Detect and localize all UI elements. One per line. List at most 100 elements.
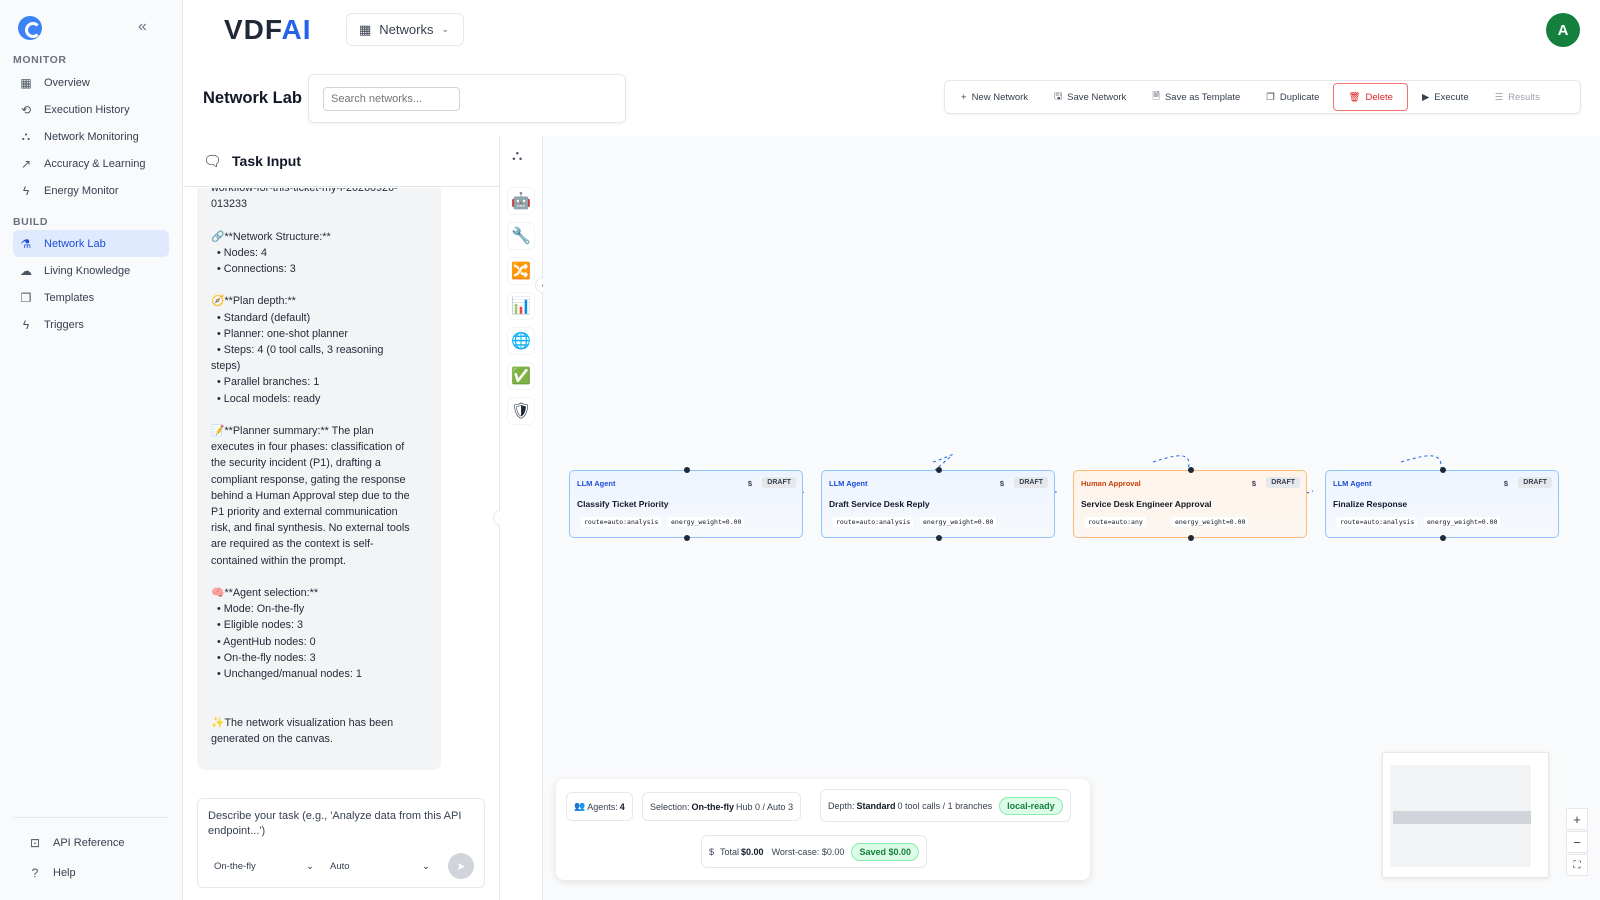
results-button[interactable]: ☰ Results — [1483, 83, 1552, 111]
monitor-section-label: MONITOR — [13, 54, 67, 66]
task-description-input[interactable] — [208, 809, 478, 843]
sidebar-item-network-monitoring[interactable]: ⛬ Network Monitoring — [13, 123, 169, 150]
message-line: workflow-for-this-ticket-my-i-20260926- — [211, 188, 398, 194]
sidebar-item-energy-monitor[interactable]: ϟ Energy Monitor — [13, 177, 169, 204]
agents-count-chip: 👥 Agents: 4 — [566, 792, 633, 821]
network-node[interactable]: LLM Agent $ DRAFT Finalize Response route=au… — [1325, 467, 1559, 541]
chip-label: Agents: — [587, 801, 618, 812]
sidebar-item-overview[interactable]: ▦ Overview — [13, 69, 169, 96]
api-icon: ⊡ — [29, 835, 41, 850]
chip-label: Depth: — [828, 800, 855, 811]
chevron-down-icon: ⌄ — [306, 860, 314, 872]
sidebar-item-label: Templates — [44, 291, 95, 304]
chevron-down-icon: ⌄ — [422, 860, 430, 872]
message-line — [211, 407, 435, 423]
delete-button[interactable]: 🗑 Delete — [1333, 83, 1408, 111]
sidebar-item-execution-history[interactable]: ⟲ Execution History — [13, 96, 169, 123]
app-logo[interactable] — [18, 16, 42, 40]
zoom-in-button[interactable]: + — [1566, 808, 1588, 830]
worst-case-value: Worst-case: $0.00 — [771, 846, 845, 857]
message-line: risk, and final synthesis. No external t… — [211, 522, 410, 535]
sidebar-item-label: Living Knowledge — [44, 264, 131, 277]
sidebar-item-triggers[interactable]: ϟ Triggers — [13, 311, 169, 338]
sidebar: « MONITOR ▦ Overview ⟲ Execution History ⛬… — [0, 0, 183, 900]
message-text: workflow-for-this-ticket-my-i-20260926- 0… — [211, 188, 435, 747]
brand-logo[interactable]: VDFAI — [224, 14, 311, 46]
new-network-button[interactable]: + New Network — [949, 83, 1040, 111]
output-port[interactable] — [1440, 535, 1446, 541]
sidebar-item-label: Execution History — [44, 103, 130, 116]
task-input-panel: 🗨 Task Input workflow-for-this-ticket-my… — [183, 136, 500, 900]
message-line: • Planner: one-shot planner — [211, 327, 349, 340]
duplicate-button[interactable]: ❐ Duplicate — [1254, 83, 1331, 111]
node-route: route=auto:analysis — [833, 517, 914, 527]
network-node[interactable]: LLM Agent $ DRAFT Classify Ticket Priority r… — [569, 467, 803, 541]
message-line: • On-the-fly nodes: 3 — [211, 651, 316, 664]
save-network-button[interactable]: 🖫 Save Network — [1042, 83, 1138, 111]
message-line: • AgentHub nodes: 0 — [211, 635, 316, 648]
network-node[interactable]: Human Approval $ DRAFT Service Desk Enginee… — [1073, 467, 1307, 541]
cost-icon: $ — [1503, 479, 1508, 488]
plus-icon: + — [1573, 811, 1581, 827]
networks-dropdown[interactable]: ▦ Networks ⌄ — [346, 13, 464, 46]
sidebar-item-network-lab[interactable]: ⚗ Network Lab — [13, 230, 169, 257]
sidebar-item-api-reference[interactable]: ⊡ API Reference — [22, 829, 178, 856]
output-port[interactable] — [1188, 535, 1194, 541]
network-node[interactable]: LLM Agent $ DRAFT Draft Service Desk Reply r… — [821, 467, 1055, 541]
sidebar-item-accuracy-learning[interactable]: ↗ Accuracy & Learning — [13, 150, 169, 177]
button-label: Results — [1508, 91, 1540, 103]
output-port[interactable] — [684, 535, 690, 541]
sidebar-item-living-knowledge[interactable]: ☁ Living Knowledge — [13, 257, 169, 284]
model-select[interactable]: Auto ⌄ — [326, 856, 434, 876]
minimap[interactable] — [1382, 752, 1549, 878]
message-line — [211, 698, 435, 714]
network-tree-icon[interactable]: ⛬ — [512, 147, 523, 164]
collapse-sidebar-icon[interactable]: « — [138, 18, 147, 36]
tool-icon[interactable]: 🔧 — [507, 222, 535, 250]
send-button[interactable]: ➤ — [448, 853, 474, 879]
search-input[interactable] — [323, 87, 460, 111]
copy-icon: ❐ — [1266, 91, 1275, 103]
agent-icon[interactable]: 🤖 — [507, 187, 535, 215]
node-energy: energy_weight=0.00 — [1172, 517, 1249, 527]
sidebar-item-help[interactable]: ? Help — [22, 859, 178, 886]
node-title: Draft Service Desk Reply — [829, 499, 930, 509]
shield-icon[interactable]: 🛡 — [507, 397, 535, 425]
output-port[interactable] — [936, 535, 942, 541]
bolt-icon: ϟ — [22, 317, 30, 332]
button-label: Save as Template — [1164, 91, 1241, 103]
input-port[interactable] — [936, 467, 942, 473]
cost-chip: $ Total $0.00 Worst-case: $0.00 Saved $0.00 — [701, 835, 927, 868]
execute-button[interactable]: ▶ Execute — [1410, 83, 1481, 111]
message-line: • Connections: 3 — [211, 263, 296, 275]
flask-icon: ⚗ — [20, 236, 32, 251]
message-line: • Nodes: 4 — [211, 246, 267, 259]
toolbar: + New Network 🖫 Save Network 🗎 Save as Temp… — [944, 80, 1581, 114]
task-input-title: Task Input — [232, 153, 302, 169]
sidebar-item-label: Help — [53, 866, 76, 879]
shuffle-icon[interactable]: 🔀 — [507, 257, 535, 285]
message-line: • Unchanged/manual nodes: 1 — [211, 668, 362, 681]
trash-icon: 🗑 — [1348, 91, 1361, 103]
zoom-out-button[interactable]: − — [1566, 831, 1588, 853]
selection-chip: Selection: On-the-fly Hub 0 / Auto 3 — [642, 792, 802, 821]
input-port[interactable] — [684, 467, 690, 473]
avatar[interactable]: A — [1546, 13, 1580, 47]
send-icon: ➤ — [456, 860, 466, 873]
input-port[interactable] — [1188, 467, 1194, 473]
chart-icon[interactable]: 📊 — [507, 292, 535, 320]
topbar: VDFAI ▦ Networks ⌄ A — [183, 0, 1600, 60]
list-icon: ☰ — [1494, 91, 1504, 103]
globe-icon[interactable]: 🌐 — [507, 327, 535, 355]
message-line: 🔗**Network Structure:** — [211, 230, 331, 243]
chip-label: Selection: — [650, 801, 690, 812]
message-line: steps) — [211, 360, 241, 373]
save-template-button[interactable]: 🗎 Save as Template — [1140, 83, 1252, 111]
fit-view-button[interactable]: ⛶ — [1566, 854, 1588, 876]
minimap-nodes — [1393, 811, 1531, 824]
check-icon[interactable]: ✅ — [507, 362, 535, 390]
input-port[interactable] — [1440, 467, 1446, 473]
saved-badge: Saved $0.00 — [851, 842, 919, 861]
sidebar-item-templates[interactable]: ❐ Templates — [13, 284, 169, 311]
mode-select[interactable]: On-the-fly ⌄ — [210, 856, 318, 876]
